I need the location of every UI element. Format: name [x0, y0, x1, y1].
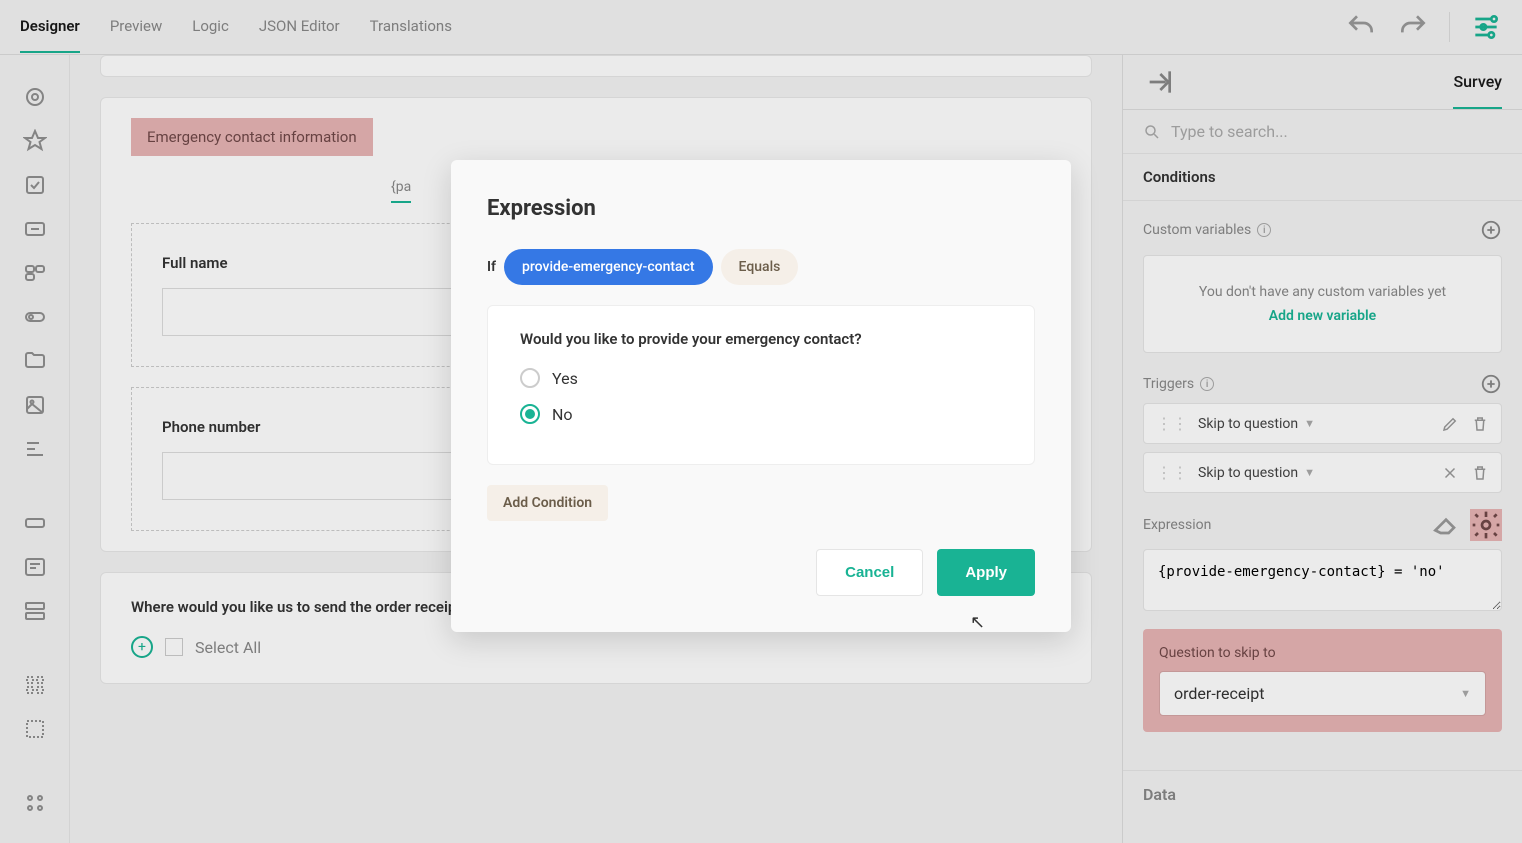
- value-selector: Would you like to provide your emergency…: [487, 305, 1035, 465]
- radio-label: Yes: [552, 369, 578, 388]
- modal-overlay: Expression If provide-emergency-contact …: [0, 0, 1522, 843]
- expression-modal: Expression If provide-emergency-contact …: [451, 160, 1071, 632]
- cancel-button[interactable]: Cancel: [816, 549, 923, 596]
- radio-option-yes[interactable]: Yes: [520, 368, 1002, 388]
- radio-label: No: [552, 405, 573, 424]
- if-label: If: [487, 259, 496, 275]
- add-condition-button[interactable]: Add Condition: [487, 485, 608, 521]
- question-chip[interactable]: provide-emergency-contact: [504, 249, 713, 285]
- radio-question: Would you like to provide your emergency…: [520, 330, 1002, 348]
- condition-row: If provide-emergency-contact Equals: [487, 249, 1035, 285]
- operator-chip[interactable]: Equals: [721, 249, 799, 285]
- radio-icon: [520, 404, 540, 424]
- modal-title: Expression: [487, 196, 1035, 221]
- apply-button[interactable]: Apply: [937, 549, 1035, 596]
- radio-option-no[interactable]: No: [520, 404, 1002, 424]
- radio-icon: [520, 368, 540, 388]
